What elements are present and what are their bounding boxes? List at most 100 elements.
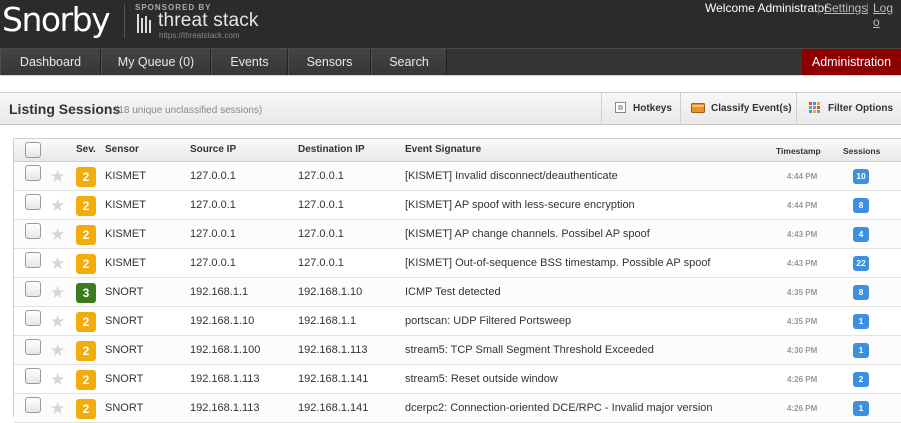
severity-badge: 2 [76, 341, 96, 361]
nav-events[interactable]: Events [211, 49, 288, 76]
event-signature-cell[interactable]: [KISMET] AP spoof with less-secure encry… [405, 199, 635, 211]
col-destination-ip[interactable]: Destination IP [298, 144, 365, 155]
timestamp-cell: 4:35 PM [787, 288, 818, 297]
keyboard-icon [615, 102, 626, 113]
source-ip-cell: 192.168.1.113 [190, 402, 260, 414]
timestamp-cell: 4:35 PM [787, 317, 818, 326]
event-signature-cell[interactable]: [KISMET] Invalid disconnect/deauthentica… [405, 170, 618, 182]
sensor-cell: SNORT [105, 315, 144, 327]
nav-search[interactable]: Search [371, 49, 447, 76]
event-signature-cell[interactable]: stream5: Reset outside window [405, 373, 558, 385]
event-signature-cell[interactable]: [KISMET] AP change channels. Possibel AP… [405, 228, 650, 240]
sessions-count-badge[interactable]: 10 [853, 169, 869, 184]
table-row[interactable]: ★ 2 SNORT 192.168.1.10 192.168.1.1 ports… [14, 307, 901, 336]
severity-badge: 3 [76, 283, 96, 303]
severity-badge: 2 [76, 370, 96, 390]
star-icon[interactable]: ★ [50, 371, 65, 388]
nav-my-queue[interactable]: My Queue (0) [101, 49, 211, 76]
table-row[interactable]: ★ 2 KISMET 127.0.0.1 127.0.0.1 [KISMET] … [14, 249, 901, 278]
timestamp-cell: 4:26 PM [787, 375, 818, 384]
sensor-cell: KISMET [105, 170, 146, 182]
timestamp-cell: 4:26 PM [787, 404, 818, 413]
col-sev[interactable]: Sev. [76, 144, 96, 155]
settings-link[interactable]: Settings [824, 1, 867, 15]
select-all-checkbox[interactable] [25, 142, 41, 158]
top-header: Snorby SPONSORED BY threat stack https:/… [0, 0, 901, 48]
table-row[interactable]: ★ 3 SNORT 192.168.1.1 192.168.1.10 ICMP … [14, 278, 901, 307]
event-signature-cell[interactable]: stream5: TCP Small Segment Threshold Exc… [405, 344, 654, 356]
logout-link[interactable]: Log o [873, 1, 901, 29]
timestamp-cell: 4:43 PM [787, 230, 818, 239]
destination-ip-cell: 127.0.0.1 [298, 228, 344, 240]
event-signature-cell[interactable]: ICMP Test detected [405, 286, 501, 298]
table-row[interactable]: ★ 2 SNORT 192.168.1.113 192.168.1.141 dc… [14, 394, 901, 423]
destination-ip-cell: 192.168.1.141 [298, 373, 369, 385]
nav-administration[interactable]: Administration [802, 49, 901, 76]
sessions-count-badge[interactable]: 2 [853, 372, 869, 387]
sessions-count-badge[interactable]: 1 [853, 401, 869, 416]
col-sensor[interactable]: Sensor [105, 144, 139, 155]
row-checkbox[interactable] [25, 252, 41, 268]
star-icon[interactable]: ★ [50, 284, 65, 301]
row-checkbox[interactable] [25, 281, 41, 297]
sensor-cell: SNORT [105, 344, 144, 356]
timestamp-cell: 4:44 PM [787, 172, 818, 181]
table-row[interactable]: ★ 2 SNORT 192.168.1.100 192.168.1.113 st… [14, 336, 901, 365]
sessions-count-badge[interactable]: 1 [853, 343, 869, 358]
timestamp-cell: 4:30 PM [787, 346, 818, 355]
header-separator: | [866, 1, 870, 15]
row-checkbox[interactable] [25, 194, 41, 210]
sessions-count-badge[interactable]: 8 [853, 198, 869, 213]
star-icon[interactable]: ★ [50, 342, 65, 359]
destination-ip-cell: 127.0.0.1 [298, 199, 344, 211]
welcome-text: Welcome Administrator [705, 1, 829, 15]
sensor-cell: SNORT [105, 286, 144, 298]
row-checkbox[interactable] [25, 368, 41, 384]
event-signature-cell[interactable]: [KISMET] Out-of-sequence BSS timestamp. … [405, 257, 711, 269]
star-icon[interactable]: ★ [50, 168, 65, 185]
col-event-signature[interactable]: Event Signature [405, 144, 481, 155]
sponsor-name[interactable]: threat stack [158, 10, 259, 32]
destination-ip-cell: 127.0.0.1 [298, 170, 344, 182]
table-row[interactable]: ★ 2 KISMET 127.0.0.1 127.0.0.1 [KISMET] … [14, 162, 901, 191]
sensor-cell: SNORT [105, 373, 144, 385]
row-checkbox[interactable] [25, 397, 41, 413]
sessions-count-badge[interactable]: 22 [853, 256, 869, 271]
source-ip-cell: 192.168.1.113 [190, 373, 260, 385]
destination-ip-cell: 127.0.0.1 [298, 257, 344, 269]
star-icon[interactable]: ★ [50, 255, 65, 272]
table-row[interactable]: ★ 2 SNORT 192.168.1.113 192.168.1.141 st… [14, 365, 901, 394]
col-sessions[interactable]: Sessions [843, 146, 880, 156]
row-checkbox[interactable] [25, 223, 41, 239]
star-icon[interactable]: ★ [50, 226, 65, 243]
source-ip-cell: 192.168.1.10 [190, 315, 255, 327]
sessions-count-badge[interactable]: 4 [853, 227, 869, 242]
sensor-cell: KISMET [105, 257, 146, 269]
page-subtitle: (18 unique unclassified sessions) [115, 105, 263, 116]
event-signature-cell[interactable]: dcerpc2: Connection-oriented DCE/RPC - I… [405, 402, 713, 414]
sessions-table: Sev. Sensor Source IP Destination IP Eve… [13, 138, 901, 423]
row-checkbox[interactable] [25, 165, 41, 181]
severity-badge: 2 [76, 196, 96, 216]
sessions-count-badge[interactable]: 1 [853, 314, 869, 329]
filter-options-button[interactable]: Filter Options [796, 93, 901, 125]
event-signature-cell[interactable]: portscan: UDP Filtered Portsweep [405, 315, 571, 327]
col-timestamp[interactable]: Timestamp [776, 146, 821, 156]
table-row[interactable]: ★ 2 KISMET 127.0.0.1 127.0.0.1 [KISMET] … [14, 220, 901, 249]
col-source-ip[interactable]: Source IP [190, 144, 236, 155]
app-logo[interactable]: Snorby [2, 0, 111, 40]
row-checkbox[interactable] [25, 310, 41, 326]
table-header: Sev. Sensor Source IP Destination IP Eve… [14, 139, 901, 162]
sessions-count-badge[interactable]: 8 [853, 285, 869, 300]
row-checkbox[interactable] [25, 339, 41, 355]
sensor-cell: KISMET [105, 228, 146, 240]
table-row[interactable]: ★ 2 KISMET 127.0.0.1 127.0.0.1 [KISMET] … [14, 191, 901, 220]
destination-ip-cell: 192.168.1.10 [298, 286, 363, 298]
star-icon[interactable]: ★ [50, 313, 65, 330]
nav-sensors[interactable]: Sensors [288, 49, 371, 76]
hotkeys-button[interactable]: Hotkeys [601, 93, 680, 125]
star-icon[interactable]: ★ [50, 197, 65, 214]
star-icon[interactable]: ★ [50, 400, 65, 417]
nav-dashboard[interactable]: Dashboard [0, 49, 101, 76]
classify-events-button[interactable]: Classify Event(s) [680, 93, 796, 125]
